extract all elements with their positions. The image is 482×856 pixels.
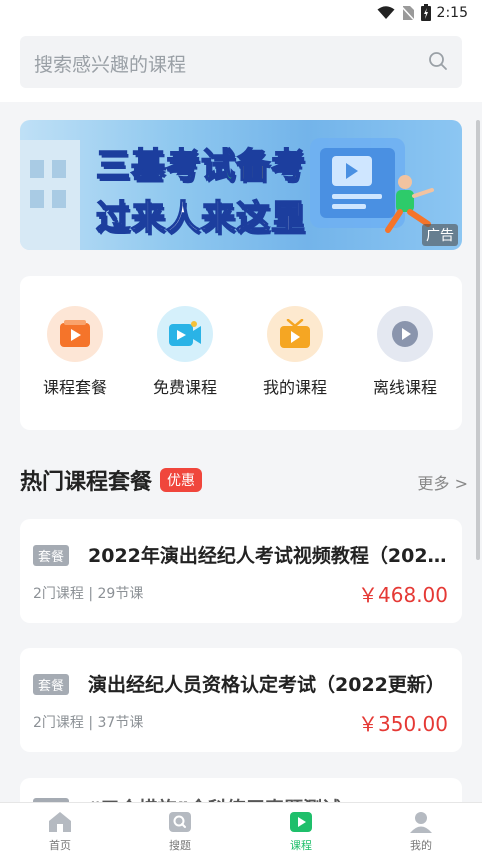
promo-banner[interactable]: 三基考试备考 过来人来这里 广告 xyxy=(20,120,462,250)
ad-label: 广告 xyxy=(422,224,458,246)
search-icon[interactable] xyxy=(428,51,448,75)
no-sim-icon xyxy=(400,5,415,21)
course-play-icon xyxy=(288,809,314,835)
course-title: 2022年演出经纪人考试视频教程（2022年... xyxy=(88,545,448,567)
quick-action-label: 课程套餐 xyxy=(42,378,107,397)
status-bar: 2:15 xyxy=(0,0,482,28)
course-package-icon xyxy=(47,306,103,362)
quick-action-label: 免费课程 xyxy=(152,378,217,397)
tab-label: 课程 xyxy=(290,839,312,852)
package-tag: 套餐 xyxy=(33,545,70,566)
header: 搜索感兴趣的课程 xyxy=(0,28,482,102)
tab-profile[interactable]: 我的 xyxy=(381,809,461,853)
course-meta: 2门课程 | 29节课 xyxy=(33,586,144,602)
quick-action-free-course[interactable]: 免费课程 xyxy=(130,306,240,398)
package-tag: 套餐 xyxy=(33,674,70,695)
tab-search-question[interactable]: 搜题 xyxy=(140,809,220,853)
tab-course[interactable]: 课程 xyxy=(261,809,341,853)
battery-charging-icon xyxy=(420,4,431,21)
quick-actions-panel: 课程套餐 免费课程 我的课程 离线课程 xyxy=(20,276,462,430)
course-card[interactable]: 套餐 2022年演出经纪人考试视频教程（2022年... 2门课程 | 29节课… xyxy=(20,519,462,623)
my-course-icon xyxy=(267,306,323,362)
search-input[interactable]: 搜索感兴趣的课程 xyxy=(20,36,462,88)
offline-course-icon xyxy=(377,306,433,362)
status-icons: 2:15 xyxy=(377,4,468,21)
tab-label: 我的 xyxy=(410,839,432,852)
scrollbar[interactable] xyxy=(476,120,480,560)
course-card[interactable]: 套餐 演出经纪人员资格认定考试（2022更新） 2门课程 | 37节课 ￥350… xyxy=(20,648,462,752)
profile-icon xyxy=(408,809,434,835)
banner-headline: 三基考试备考 xyxy=(95,145,306,187)
quick-action-label: 离线课程 xyxy=(372,378,437,397)
tab-home[interactable]: 首页 xyxy=(20,809,100,853)
wifi-icon xyxy=(377,5,395,20)
quick-action-offline-course[interactable]: 离线课程 xyxy=(350,306,460,398)
bottom-tab-bar: 首页 搜题 课程 我的 xyxy=(0,802,482,856)
discount-badge: 优惠 xyxy=(160,468,202,492)
course-price: ￥350.00 xyxy=(358,712,448,736)
course-title: 演出经纪人员资格认定考试（2022更新） xyxy=(88,674,445,696)
course-price: ￥468.00 xyxy=(358,583,448,607)
free-course-icon xyxy=(157,306,213,362)
quick-action-my-course[interactable]: 我的课程 xyxy=(240,306,350,398)
search-placeholder: 搜索感兴趣的课程 xyxy=(34,54,187,76)
tab-label: 搜题 xyxy=(169,839,191,852)
more-link[interactable]: 更多 > xyxy=(418,470,469,494)
section-title: 热门课程套餐 xyxy=(20,470,153,495)
search-question-icon xyxy=(167,809,193,835)
banner-subheadline: 过来人来这里 xyxy=(95,197,306,239)
clock-time: 2:15 xyxy=(436,4,468,21)
tab-label: 首页 xyxy=(49,839,71,852)
course-meta: 2门课程 | 37节课 xyxy=(33,715,144,731)
quick-action-label: 我的课程 xyxy=(262,378,327,397)
quick-action-course-package[interactable]: 课程套餐 xyxy=(20,306,130,398)
home-icon xyxy=(47,809,73,835)
